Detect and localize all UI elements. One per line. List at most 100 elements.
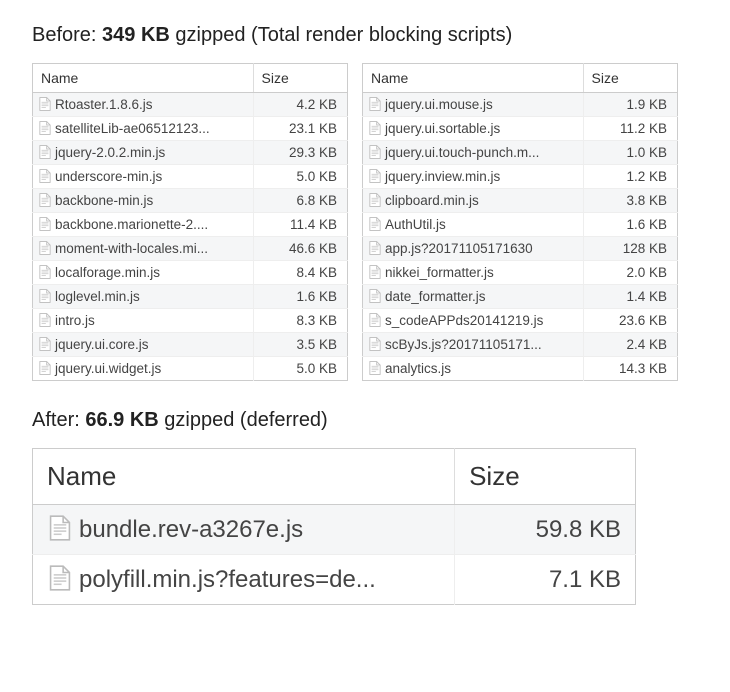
column-header-size[interactable]: Size [583,64,678,93]
file-name-label: analytics.js [385,361,451,376]
file-name-cell[interactable]: jquery.ui.mouse.js [363,93,584,117]
table-row[interactable]: jquery.ui.sortable.js11.2 KB [363,117,678,141]
table-row[interactable]: polyfill.min.js?features=de...7.1 KB [33,555,636,605]
file-icon [369,289,381,303]
file-size-cell: 128 KB [583,237,678,261]
table-row[interactable]: satelliteLib-ae06512123...23.1 KB [33,117,348,141]
column-header-name[interactable]: Name [33,449,455,505]
file-name-label: jquery.ui.core.js [55,337,149,352]
file-name-cell[interactable]: localforage.min.js [33,261,254,285]
file-icon [369,217,381,231]
file-size-cell: 7.1 KB [455,555,636,605]
column-header-size[interactable]: Size [455,449,636,505]
file-name-cell[interactable]: jquery-2.0.2.min.js [33,141,254,165]
file-name-label: loglevel.min.js [55,289,140,304]
file-size-cell: 2.4 KB [583,333,678,357]
file-size-cell: 6.8 KB [253,189,348,213]
file-name-cell[interactable]: jquery.ui.widget.js [33,357,254,381]
table-row[interactable]: jquery.ui.core.js 3.5 KB [33,333,348,357]
table-row[interactable]: scByJs.js?20171105171... 2.4 KB [363,333,678,357]
column-header-name[interactable]: Name [363,64,584,93]
file-name-label: scByJs.js?20171105171... [385,337,542,352]
file-name-label: AuthUtil.js [385,217,446,232]
file-name-cell[interactable]: underscore-min.js [33,165,254,189]
table-row[interactable]: Rtoaster.1.8.6.js4.2 KB [33,93,348,117]
file-icon [369,145,381,159]
table-row[interactable]: localforage.min.js8.4 KB [33,261,348,285]
file-size-cell: 5.0 KB [253,165,348,189]
file-icon [39,145,51,159]
file-name-cell[interactable]: jquery.ui.sortable.js [363,117,584,141]
table-row[interactable]: jquery.ui.widget.js5.0 KB [33,357,348,381]
table-row[interactable]: nikkei_formatter.js2.0 KB [363,261,678,285]
table-row[interactable]: backbone-min.js6.8 KB [33,189,348,213]
file-name-label: jquery.ui.widget.js [55,361,161,376]
file-name-cell[interactable]: s_codeAPPds20141219.js [363,309,584,333]
file-icon [39,97,51,111]
file-icon [369,241,381,255]
before-right-tbody: jquery.ui.mouse.js1.9 KBjquery.ui.sortab… [363,93,678,381]
file-name-cell[interactable]: backbone-min.js [33,189,254,213]
file-name-cell[interactable]: polyfill.min.js?features=de... [33,555,455,605]
file-name-cell[interactable]: jquery.ui.core.js [33,333,254,357]
file-name-cell[interactable]: satelliteLib-ae06512123... [33,117,254,141]
table-row[interactable]: bundle.rev-a3267e.js59.8 KB [33,505,636,555]
table-row[interactable]: intro.js8.3 KB [33,309,348,333]
file-name-cell[interactable]: analytics.js [363,357,584,381]
file-name-cell[interactable]: jquery.inview.min.js [363,165,584,189]
table-row[interactable]: s_codeAPPds20141219.js23.6 KB [363,309,678,333]
table-row[interactable]: AuthUtil.js 1.6 KB [363,213,678,237]
file-name-cell[interactable]: moment-with-locales.mi... [33,237,254,261]
file-name-cell[interactable]: intro.js [33,309,254,333]
file-icon [49,515,71,541]
table-row[interactable]: loglevel.min.js1.6 KB [33,285,348,309]
file-icon [39,217,51,231]
file-icon [39,121,51,135]
before-heading-bold: 349 KB [102,24,170,46]
table-row[interactable]: jquery.ui.mouse.js1.9 KB [363,93,678,117]
table-row[interactable]: app.js?20171105171630 128 KB [363,237,678,261]
file-icon [39,193,51,207]
file-icon [39,337,51,351]
after-heading: After: 66.9 KB gzipped (deferred) [32,409,698,432]
file-name-cell[interactable]: AuthUtil.js [363,213,584,237]
column-header-size[interactable]: Size [253,64,348,93]
file-name-cell[interactable]: clipboard.min.js [363,189,584,213]
table-row[interactable]: date_formatter.js1.4 KB [363,285,678,309]
table-row[interactable]: jquery.inview.min.js1.2 KB [363,165,678,189]
file-icon [369,121,381,135]
column-header-name[interactable]: Name [33,64,254,93]
table-row[interactable]: analytics.js14.3 KB [363,357,678,381]
before-right-table: Name Size jquery.ui.mouse.js1.9 KBjquery… [362,63,678,381]
table-row[interactable]: clipboard.min.js3.8 KB [363,189,678,213]
table-row[interactable]: jquery-2.0.2.min.js29.3 KB [33,141,348,165]
file-name-label: underscore-min.js [55,169,162,184]
file-name-cell[interactable]: bundle.rev-a3267e.js [33,505,455,555]
file-name-cell[interactable]: backbone.marionette-2.... [33,213,254,237]
file-name-cell[interactable]: scByJs.js?20171105171... [363,333,584,357]
file-name-cell[interactable]: jquery.ui.touch-punch.m... [363,141,584,165]
before-left-tbody: Rtoaster.1.8.6.js4.2 KBsatelliteLib-ae06… [33,93,348,381]
before-heading: Before: 349 KB gzipped (Total render blo… [32,24,698,47]
file-name-label: Rtoaster.1.8.6.js [55,97,153,112]
file-name-cell[interactable]: nikkei_formatter.js [363,261,584,285]
file-name-label: app.js?20171105171630 [385,241,533,256]
table-row[interactable]: jquery.ui.touch-punch.m...1.0 KB [363,141,678,165]
file-icon [39,289,51,303]
table-row[interactable]: moment-with-locales.mi...46.6 KB [33,237,348,261]
file-size-cell: 3.5 KB [253,333,348,357]
table-row[interactable]: backbone.marionette-2....11.4 KB [33,213,348,237]
file-name-cell[interactable]: app.js?20171105171630 [363,237,584,261]
file-name-label: bundle.rev-a3267e.js [79,516,303,543]
file-name-label: date_formatter.js [385,289,486,304]
file-icon [369,97,381,111]
file-size-cell: 1.6 KB [583,213,678,237]
file-size-cell: 11.4 KB [253,213,348,237]
file-icon [369,193,381,207]
before-heading-prefix: Before: [32,24,102,46]
file-size-cell: 1.9 KB [583,93,678,117]
file-name-cell[interactable]: Rtoaster.1.8.6.js [33,93,254,117]
table-row[interactable]: underscore-min.js 5.0 KB [33,165,348,189]
file-name-cell[interactable]: date_formatter.js [363,285,584,309]
file-name-cell[interactable]: loglevel.min.js [33,285,254,309]
